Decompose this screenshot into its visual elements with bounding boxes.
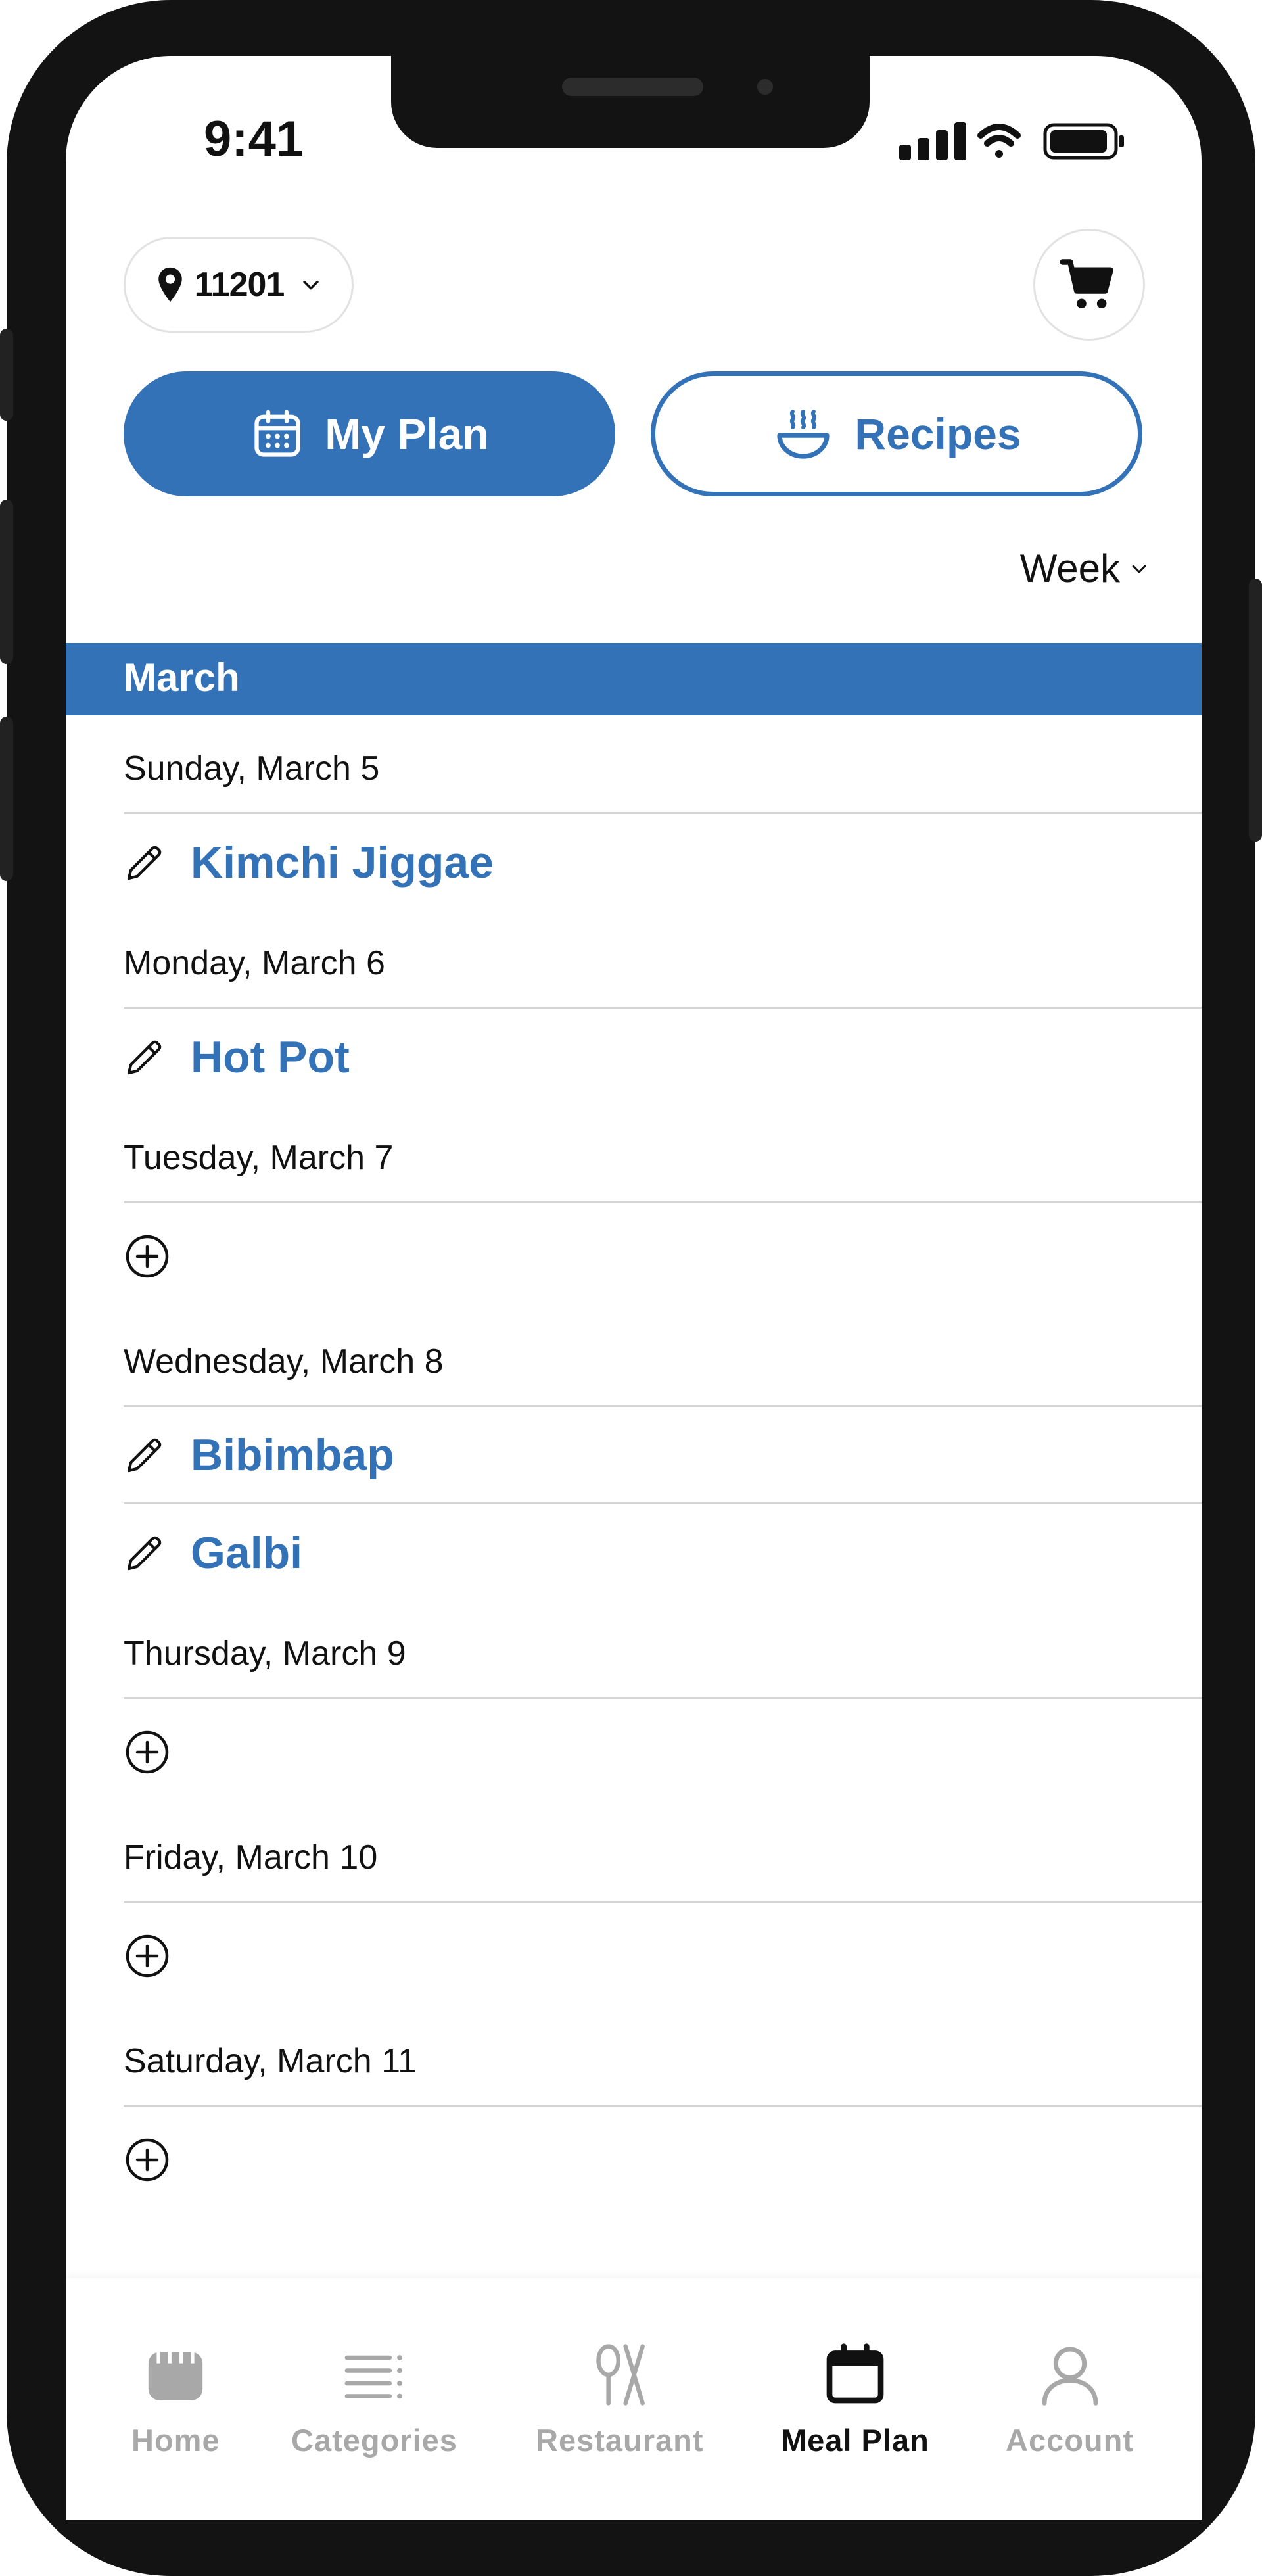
recipes-label: Recipes [854, 410, 1021, 458]
day-header: Thursday, March 9 [124, 1602, 1202, 1699]
pencil-icon[interactable] [124, 1532, 166, 1574]
cart-button[interactable] [1033, 229, 1145, 341]
add-meal-row [124, 1203, 1202, 1310]
meal-item[interactable]: Galbi [124, 1504, 1202, 1602]
add-circle-icon[interactable] [124, 1932, 171, 1980]
day-header: Tuesday, March 7 [124, 1106, 1202, 1203]
meal-name[interactable]: Kimchi Jiggae [191, 837, 494, 888]
pencil-icon[interactable] [124, 1434, 166, 1476]
home-icon [149, 2352, 203, 2400]
view-selector-label: Week [1019, 546, 1120, 590]
meal-item[interactable]: Bibimbap [124, 1407, 1202, 1504]
shopping-cart-icon [1060, 259, 1113, 309]
tab-meal-plan[interactable]: Meal Plan [781, 2341, 929, 2458]
status-time: 9:41 [204, 111, 304, 167]
tab-label: Categories [291, 2423, 457, 2458]
add-circle-icon[interactable] [124, 1233, 171, 1280]
battery-icon [1043, 123, 1124, 160]
meal-item[interactable]: Hot Pot [124, 1009, 1202, 1106]
zip-code: 11201 [194, 266, 285, 304]
calendar-icon [254, 410, 300, 457]
tab-account[interactable]: Account [1006, 2341, 1134, 2458]
tab-categories[interactable]: Categories [291, 2341, 457, 2458]
add-circle-icon[interactable] [124, 2136, 171, 2183]
month-header: March [66, 643, 1202, 715]
tab-label: Home [131, 2423, 220, 2458]
tab-label: Restaurant [536, 2423, 704, 2458]
meal-item[interactable]: Kimchi Jiggae [124, 814, 1202, 911]
wifi-icon [977, 124, 1021, 158]
speaker [562, 78, 703, 96]
meal-name[interactable]: Hot Pot [191, 1032, 350, 1083]
meal-plan-list: Sunday, March 5 Kimchi Jiggae Monday, Ma… [124, 717, 1202, 2213]
utensils-icon [596, 2344, 645, 2406]
view-selector[interactable]: Week [1020, 546, 1149, 591]
mute-switch [0, 329, 13, 421]
list-icon [345, 2355, 403, 2399]
day-header: Sunday, March 5 [124, 717, 1202, 814]
map-pin-icon [158, 267, 182, 302]
bottom-tab-bar: Home Categories Restaurant Meal Plan Acc… [66, 2278, 1202, 2520]
day-header: Saturday, March 11 [124, 2009, 1202, 2107]
add-circle-icon[interactable] [124, 1729, 171, 1776]
user-icon [1042, 2347, 1098, 2406]
pencil-icon[interactable] [124, 842, 166, 884]
steaming-bowl-icon [777, 410, 830, 459]
my-plan-label: My Plan [325, 410, 489, 458]
add-meal-row [124, 1699, 1202, 1805]
tab-label: Meal Plan [781, 2423, 929, 2458]
location-selector[interactable]: 11201 [124, 237, 354, 333]
chevron-down-icon [1132, 565, 1146, 573]
volume-down-button [0, 717, 13, 881]
front-camera [757, 79, 773, 95]
signal-icon [899, 122, 966, 160]
volume-up-button [0, 500, 13, 664]
meal-name[interactable]: Bibimbap [191, 1429, 394, 1481]
pencil-icon[interactable] [124, 1036, 166, 1078]
day-header: Friday, March 10 [124, 1805, 1202, 1903]
power-button [1249, 579, 1262, 842]
recipes-button[interactable]: Recipes [651, 371, 1142, 496]
add-meal-row [124, 1903, 1202, 2009]
day-header: Monday, March 6 [124, 911, 1202, 1009]
status-icons [899, 122, 1124, 160]
tab-label: Account [1006, 2423, 1134, 2458]
chevron-down-icon [303, 280, 319, 290]
notch [391, 56, 870, 148]
day-header: Wednesday, March 8 [124, 1310, 1202, 1407]
month-label: March [124, 656, 240, 700]
tab-restaurant[interactable]: Restaurant [536, 2341, 704, 2458]
add-meal-row [124, 2107, 1202, 2213]
my-plan-button[interactable]: My Plan [124, 371, 615, 496]
meal-name[interactable]: Galbi [191, 1527, 302, 1579]
tab-home[interactable]: Home [131, 2341, 220, 2458]
calendar-icon [826, 2343, 884, 2404]
